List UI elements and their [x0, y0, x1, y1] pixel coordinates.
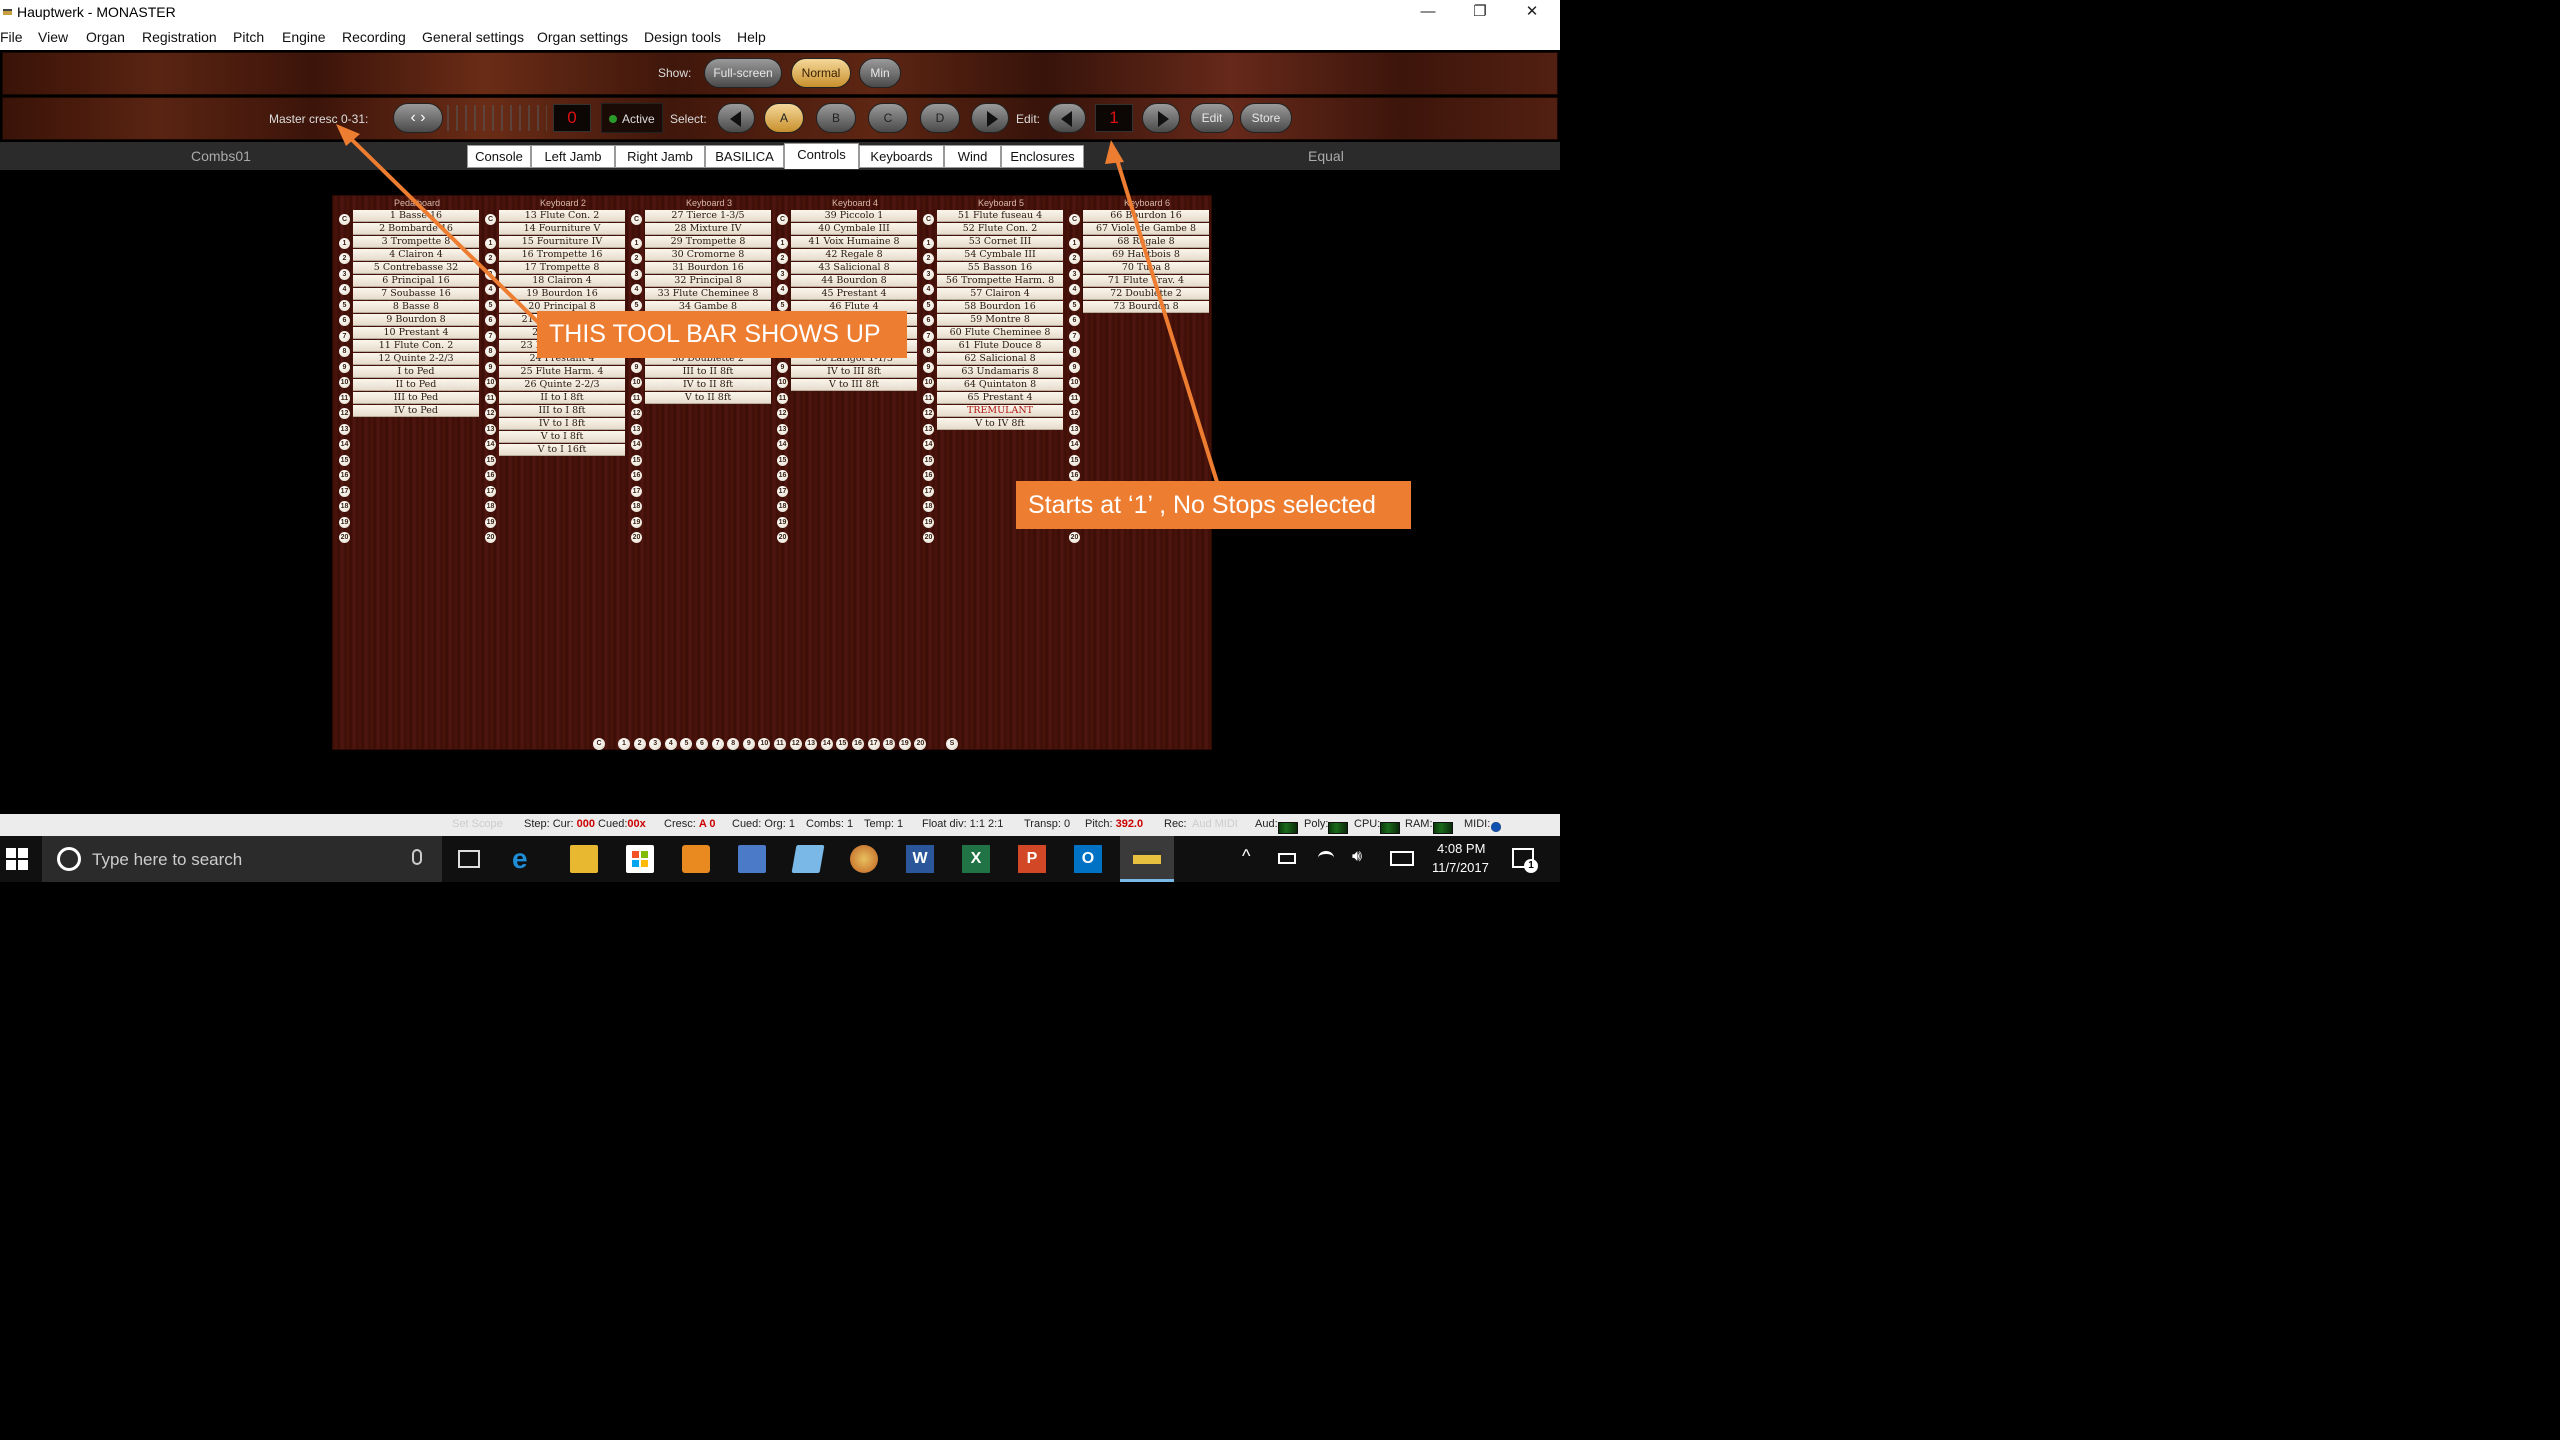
- poly-text: Poly:: [1304, 818, 1329, 830]
- transp-label: Transp: 0: [1024, 818, 1071, 830]
- midi-text: MIDI:: [1464, 818, 1491, 830]
- cpu-text: CPU:: [1354, 818, 1381, 830]
- starts-callout-arrow-line: [1112, 149, 1219, 483]
- edge-browser-icon[interactable]: e: [512, 845, 540, 873]
- cued-value: 00x: [627, 818, 646, 830]
- clock-date[interactable]: 11/7/2017: [1432, 860, 1489, 875]
- poly-level-meter: [1328, 822, 1349, 834]
- notepad-icon[interactable]: [791, 845, 825, 873]
- media-player-icon[interactable]: [682, 845, 710, 873]
- cued-org-label: Cued: Org: 1: [732, 818, 795, 830]
- powerpoint-icon[interactable]: P: [1018, 845, 1046, 873]
- windows-start-icon[interactable]: [6, 848, 34, 876]
- action-center-icon[interactable]: 1: [1512, 848, 1538, 873]
- midi-indicators: MIDI:: [1464, 818, 1502, 832]
- rec-label: Rec:: [1164, 818, 1187, 830]
- set-scope-label: Set Scope: [452, 818, 503, 830]
- toolbar-callout: THIS TOOL BAR SHOWS UP: [537, 311, 907, 358]
- step-label: Step: Cur: 000 Cued:00x: [524, 818, 646, 830]
- cresc-value: A 0: [698, 818, 716, 830]
- clock-time[interactable]: 4:08 PM: [1437, 841, 1485, 856]
- aud-text: Aud:: [1255, 818, 1278, 830]
- float-div-label: Float div: 1:1 2:1: [922, 818, 1004, 830]
- paint-icon[interactable]: [738, 845, 766, 873]
- cortana-circle-icon: [57, 847, 81, 871]
- task-view-icon[interactable]: [458, 850, 480, 868]
- cpu-meter: CPU:: [1354, 818, 1401, 834]
- windows-taskbar: Type here to search e W X P O ^ 🔊︎ 4:08 …: [0, 836, 1560, 882]
- taskbar-search-box[interactable]: Type here to search: [42, 836, 442, 882]
- keyboard-icon[interactable]: [1390, 851, 1414, 866]
- midi-blue-led-icon: [1491, 822, 1502, 832]
- outlook-icon[interactable]: O: [1074, 845, 1102, 873]
- pitch-text: Pitch:: [1085, 818, 1113, 830]
- cresc-label: Cresc: A 0: [664, 818, 716, 830]
- annotation-arrows: [336, 124, 1219, 483]
- combs-label: Combs: 1: [806, 818, 854, 830]
- starts-callout-arrowhead: [1105, 140, 1124, 164]
- store-icon[interactable]: [626, 845, 654, 873]
- step-cur-value: 000: [576, 818, 595, 830]
- word-icon[interactable]: W: [906, 845, 934, 873]
- poly-meter: Poly:: [1304, 818, 1349, 834]
- show-hidden-icons-chevron-icon[interactable]: ^: [1242, 846, 1250, 867]
- hauptwerk-taskbar-button[interactable]: [1120, 836, 1174, 882]
- temp-label: Temp: 1: [864, 818, 904, 830]
- search-placeholder: Type here to search: [92, 850, 243, 869]
- cued-text: Cued:: [598, 818, 628, 830]
- rec-aud-midi-label: Aud MIDI: [1192, 818, 1238, 830]
- ram-meter: RAM:: [1405, 818, 1453, 834]
- ram-text: RAM:: [1405, 818, 1433, 830]
- notification-count-badge: 1: [1524, 859, 1538, 873]
- pitch-label: Pitch: 392.0: [1085, 818, 1143, 830]
- toolbar-callout-arrow-line: [342, 130, 550, 334]
- battery-icon[interactable]: [1278, 853, 1296, 864]
- excel-icon[interactable]: X: [962, 845, 990, 873]
- wifi-icon[interactable]: [1318, 851, 1334, 865]
- hauptwerk-icon: [1133, 851, 1161, 864]
- pitch-value: 392.0: [1115, 818, 1144, 830]
- step-text: Step: Cur:: [524, 818, 574, 830]
- palette-icon[interactable]: [850, 845, 878, 873]
- ram-level-meter: [1432, 822, 1453, 834]
- file-explorer-icon[interactable]: [570, 845, 598, 873]
- aud-meter: Aud:: [1255, 818, 1298, 834]
- status-bar: Set Scope Step: Cur: 000 Cued:00x Cresc:…: [0, 814, 1560, 836]
- cresc-text: Cresc:: [664, 818, 696, 830]
- volume-icon[interactable]: 🔊︎: [1352, 848, 1362, 866]
- starts-callout: Starts at ‘1’ , No Stops selected: [1016, 481, 1411, 529]
- aud-level-meter: [1277, 822, 1298, 834]
- microphone-icon[interactable]: [412, 849, 422, 865]
- cpu-level-meter: [1380, 822, 1401, 834]
